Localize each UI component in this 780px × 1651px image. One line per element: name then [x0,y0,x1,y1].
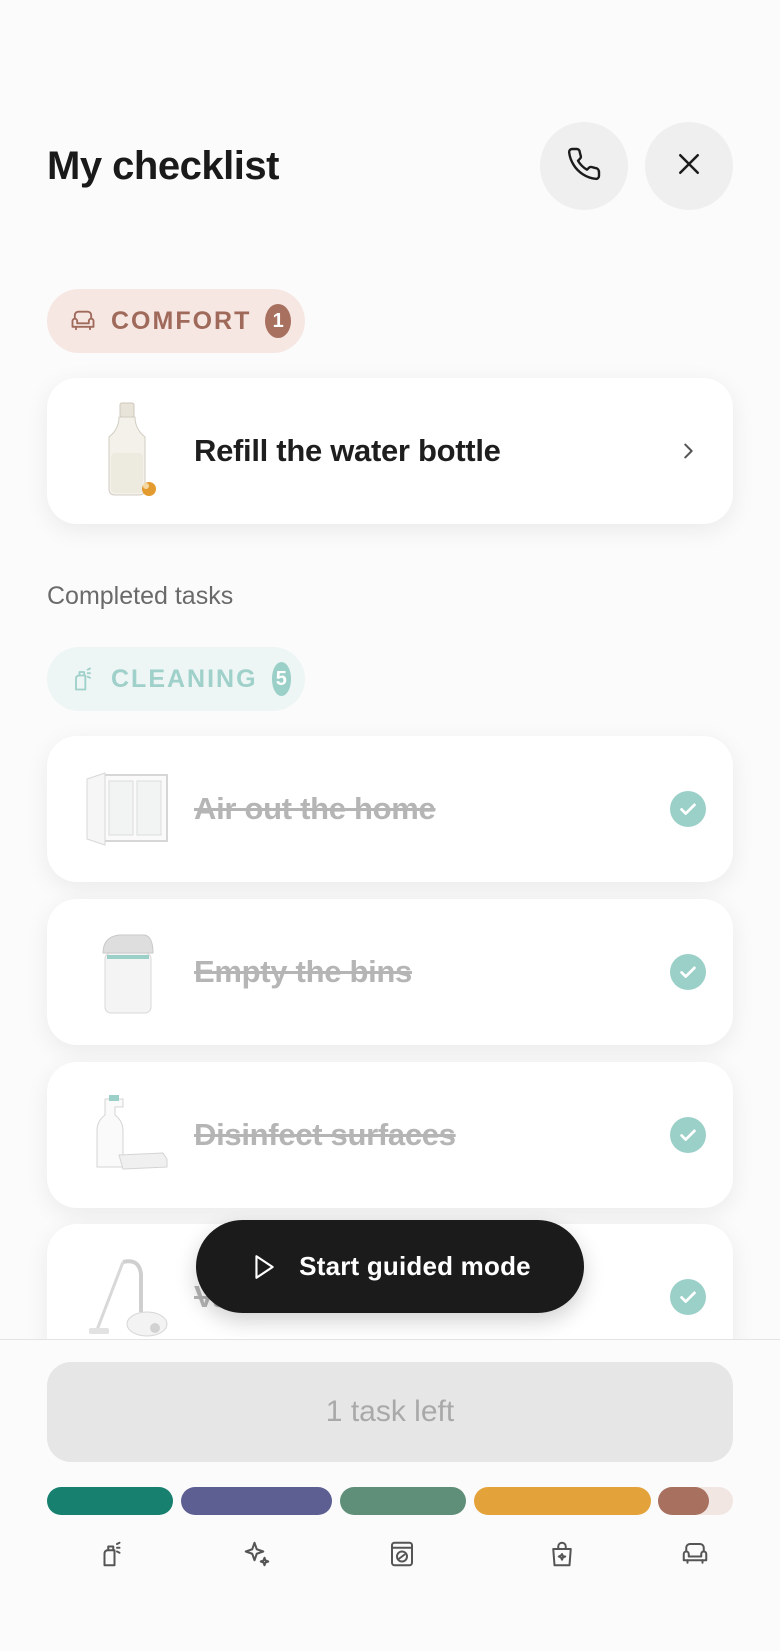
tasks-left-button[interactable]: 1 task left [47,1362,733,1462]
call-button[interactable] [540,122,628,210]
progress-segment-shopping [474,1487,651,1515]
category-count-badge: 1 [265,304,291,338]
category-nav [0,1536,780,1576]
task-card-refill-water-bottle[interactable]: Refill the water bottle [47,378,733,524]
completed-tasks-heading: Completed tasks [47,582,234,610]
checkmark-icon [670,1117,706,1153]
spray-and-cloth-image [73,1080,183,1190]
task-label: Air out the home [194,791,436,826]
armchair-icon [69,306,97,336]
checkmark-icon [670,954,706,990]
task-card-disinfect-surfaces[interactable]: Disinfect surfaces [47,1062,733,1208]
checkmark-icon [670,1279,706,1315]
progress-segment-cleaning [47,1487,173,1515]
play-icon [249,1252,279,1282]
task-label: Disinfect surfaces [194,1117,456,1152]
close-button[interactable] [645,122,733,210]
spray-bottle-icon [69,664,97,694]
category-count-badge: 5 [271,662,291,696]
task-label: Empty the bins [194,954,412,989]
page-title: My checklist [47,144,279,188]
armchair-icon[interactable] [677,1536,713,1572]
category-progress-bar [47,1487,733,1515]
window-image [73,754,183,864]
washing-machine-icon[interactable] [384,1536,420,1572]
task-card-empty-bins[interactable]: Empty the bins [47,899,733,1045]
progress-segment-sparkle [181,1487,332,1515]
task-label: Refill the water bottle [194,433,501,468]
category-chip-comfort[interactable]: COMFORT 1 [47,289,305,353]
category-label: CLEANING [111,664,258,693]
checkmark-icon [670,791,706,827]
start-guided-mode-button[interactable]: Start guided mode [196,1220,584,1313]
phone-icon [566,146,602,187]
trash-bin-image [73,917,183,1027]
checklist-screen: My checklist COMFORT 1 Refill the water … [0,0,780,1651]
bottom-panel: 1 task left [0,1339,780,1651]
guided-mode-label: Start guided mode [299,1251,531,1281]
shopping-bag-icon[interactable] [544,1536,580,1572]
sparkles-icon[interactable] [239,1536,275,1572]
category-label: COMFORT [111,306,252,335]
header: My checklist [47,120,733,212]
task-card-air-out-home[interactable]: Air out the home [47,736,733,882]
spray-bottle-icon[interactable] [94,1536,130,1572]
progress-segment-comfort [658,1487,709,1515]
vacuum-cleaner-image [73,1242,183,1352]
progress-segment-laundry [340,1487,466,1515]
close-icon [674,149,704,184]
chevron-right-icon [673,436,703,466]
category-chip-cleaning[interactable]: CLEANING 5 [47,647,305,711]
water-bottle-image [73,396,183,506]
